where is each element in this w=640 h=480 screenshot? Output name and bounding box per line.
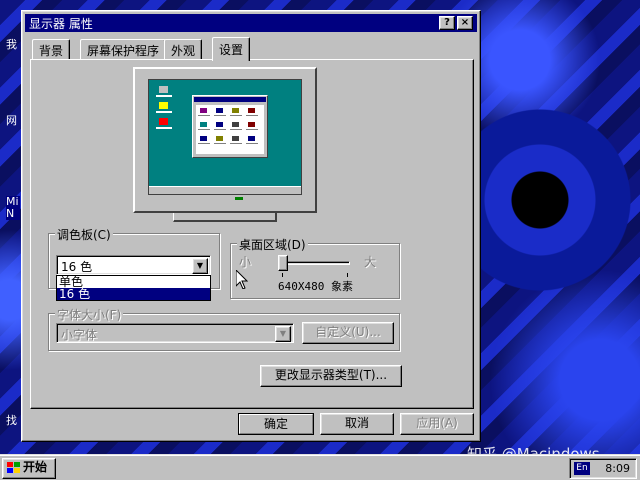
power-led-icon (235, 197, 243, 200)
start-button[interactable]: 开始 (2, 458, 56, 479)
change-display-type-button[interactable]: 更改显示器类型(T)... (260, 365, 402, 387)
custom-font-button[interactable]: 自定义(U)... (302, 322, 394, 344)
tab-screensaver[interactable]: 屏幕保护程序 (80, 39, 167, 59)
cancel-button[interactable]: 取消 (320, 413, 394, 435)
window-title: 显示器 属性 (29, 16, 93, 31)
help-button[interactable]: ? (439, 16, 455, 30)
preview-titlebar (194, 97, 266, 102)
close-icon: × (460, 17, 470, 28)
desktop-icons-preview (156, 86, 172, 129)
preview-taskbar (149, 186, 301, 194)
palette-dropdown-button[interactable]: ▼ (192, 258, 208, 274)
taskbar: 开始 En 8:09 (0, 454, 640, 480)
monitor-preview (133, 67, 317, 213)
desktop-icon-label[interactable]: Mi N (6, 196, 20, 220)
palette-option-16[interactable]: 16 色 (57, 288, 210, 300)
desktop-icon-label[interactable]: 我 (6, 36, 17, 52)
tab-background[interactable]: 背景 (32, 39, 71, 59)
desktop-icon-label[interactable]: 网 (6, 112, 17, 128)
font-size-dropdown-button[interactable]: ▼ (275, 326, 291, 342)
clock[interactable]: 8:09 (605, 462, 630, 475)
language-indicator[interactable]: En (574, 462, 590, 475)
preview-icons-grid (198, 108, 258, 144)
close-button[interactable]: × (457, 16, 473, 30)
tab-settings[interactable]: 设置 (212, 37, 251, 61)
mouse-cursor-icon (236, 270, 248, 289)
help-icon: ? (444, 17, 450, 28)
desktop-icon-label[interactable]: 找 (6, 412, 17, 428)
slider-tick (347, 273, 348, 277)
palette-legend: 调色板(C) (55, 226, 113, 243)
palette-selected-value: 16 色 (61, 260, 93, 274)
resolution-slider-thumb[interactable] (278, 255, 288, 271)
display-properties-dialog: 显示器 属性 ? × 背景 屏幕保护程序 外观 设置 调色板(C) 16 色 ▼… (21, 10, 481, 442)
preview-screen (148, 79, 302, 195)
preview-window-client (196, 105, 264, 154)
palette-combo[interactable]: 16 色 ▼ (56, 255, 211, 275)
slider-tick (282, 273, 283, 277)
chevron-down-icon: ▼ (196, 261, 204, 270)
resolution-label: 640X480 象素 (278, 280, 353, 293)
apply-button[interactable]: 应用(A) (400, 413, 474, 435)
start-label: 开始 (23, 460, 48, 474)
font-size-combo[interactable]: 小字体 ▼ (56, 323, 294, 343)
title-bar[interactable]: 显示器 属性 ? × (25, 14, 477, 32)
palette-dropdown-list: 单色 16 色 (56, 275, 211, 301)
slider-max-label: 大 (364, 255, 377, 269)
resolution-slider-track[interactable] (278, 261, 350, 265)
chevron-down-icon: ▼ (279, 329, 287, 338)
windows-logo-icon (7, 462, 20, 473)
ok-button-label: 确定 (239, 414, 313, 434)
desktop-area-legend: 桌面区域(D) (237, 236, 308, 253)
preview-window (192, 95, 268, 158)
font-size-legend: 字体大小(F) (55, 306, 124, 323)
tab-appearance[interactable]: 外观 (164, 39, 203, 59)
ok-button[interactable]: 确定 (238, 413, 314, 435)
system-tray: En 8:09 (569, 458, 637, 479)
font-size-selected-value: 小字体 (61, 328, 98, 342)
slider-min-label: 小 (239, 255, 252, 269)
